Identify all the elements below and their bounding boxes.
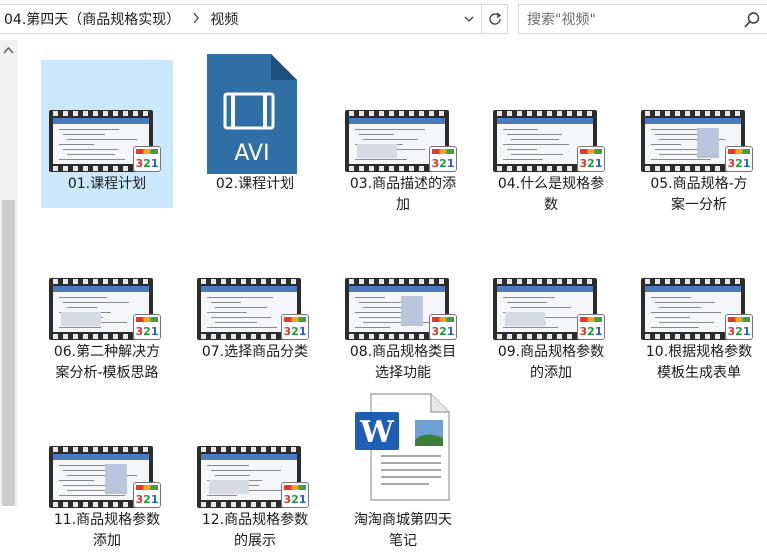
file-icon: AVI bbox=[189, 54, 321, 178]
toolbar: 04.第四天（商品规格实现） 视频 搜索"视频" bbox=[0, 0, 767, 40]
media-player-icon: 321 bbox=[133, 482, 161, 508]
file-icon: W bbox=[337, 390, 469, 514]
video-thumbnail: 321 bbox=[49, 102, 165, 178]
video-thumbnail: 321 bbox=[345, 270, 461, 346]
file-item[interactable]: 321 04.什么是规格参 数 bbox=[485, 50, 617, 213]
video-thumbnail: 321 bbox=[641, 270, 757, 346]
file-name: 07.选择商品分类 bbox=[201, 344, 309, 360]
file-name: 01.课程计划 bbox=[67, 176, 147, 192]
file-item[interactable]: AVI 02.课程计划 bbox=[189, 50, 321, 198]
media-player-icon: 321 bbox=[577, 314, 605, 340]
file-name: 03.商品描述的添 加 bbox=[349, 176, 457, 213]
file-item[interactable]: 321 10.根据规格参数 模板生成表单 bbox=[633, 218, 765, 381]
media-player-icon: 321 bbox=[577, 146, 605, 172]
file-item[interactable]: 321 01.课程计划 bbox=[17, 50, 197, 220]
refresh-icon bbox=[488, 12, 501, 25]
file-name: 06.第二种解决方 案分析-模板思路 bbox=[53, 344, 161, 381]
chevron-right-icon[interactable] bbox=[184, 12, 206, 27]
media-player-icon: 321 bbox=[133, 314, 161, 340]
video-thumbnail: 321 bbox=[49, 438, 165, 514]
word-document-icon: W bbox=[355, 393, 450, 501]
file-item[interactable]: 321 05.商品规格-方 案一分析 bbox=[633, 50, 765, 213]
address-bar[interactable]: 04.第四天（商品规格实现） 视频 bbox=[0, 4, 482, 34]
file-name: 12.商品规格参数 的展示 bbox=[201, 512, 309, 549]
file-name: 10.根据规格参数 模板生成表单 bbox=[645, 344, 753, 381]
avi-file-icon: AVI bbox=[207, 54, 297, 174]
svg-text:AVI: AVI bbox=[234, 141, 269, 166]
vertical-scrollbar[interactable] bbox=[0, 40, 17, 506]
media-player-icon: 321 bbox=[281, 482, 309, 508]
file-name: 05.商品规格-方 案一分析 bbox=[650, 176, 748, 213]
video-thumbnail: 321 bbox=[197, 438, 313, 514]
file-icon: 321 bbox=[189, 266, 321, 390]
file-item[interactable]: W 淘淘商城第四天 笔记 bbox=[337, 386, 469, 549]
file-grid: 321 01.课程计划 AVI 02.课程计划 321 03.商品描述的添 加 bbox=[17, 40, 767, 549]
search-placeholder: 搜索"视频" bbox=[527, 12, 596, 28]
media-player-icon: 321 bbox=[133, 146, 161, 172]
media-player-icon: 321 bbox=[429, 146, 457, 172]
media-player-icon: 321 bbox=[725, 146, 753, 172]
svg-text:W: W bbox=[359, 415, 395, 450]
file-icon: 321 bbox=[41, 98, 173, 222]
scroll-up-icon[interactable] bbox=[3, 46, 14, 54]
video-thumbnail: 321 bbox=[641, 102, 757, 178]
media-player-icon: 321 bbox=[281, 314, 309, 340]
media-player-icon: 321 bbox=[725, 314, 753, 340]
video-thumbnail: 321 bbox=[493, 102, 609, 178]
file-name: 11.商品规格参数 添加 bbox=[53, 512, 161, 549]
search-icon[interactable] bbox=[743, 11, 761, 29]
file-name: 09.商品规格参数 的添加 bbox=[497, 344, 605, 381]
refresh-button[interactable] bbox=[482, 4, 508, 34]
file-item[interactable]: 321 11.商品规格参数 添加 bbox=[41, 386, 173, 549]
file-name: 08.商品规格类目 选择功能 bbox=[349, 344, 457, 381]
file-name: 淘淘商城第四天 笔记 bbox=[354, 512, 452, 549]
scrollbar-thumb[interactable] bbox=[2, 200, 15, 506]
video-thumbnail: 321 bbox=[49, 270, 165, 346]
file-item[interactable]: 321 12.商品规格参数 的展示 bbox=[189, 386, 321, 549]
search-input[interactable]: 搜索"视频" bbox=[518, 4, 767, 34]
file-item[interactable]: 321 03.商品描述的添 加 bbox=[337, 50, 469, 213]
media-player-icon: 321 bbox=[429, 314, 457, 340]
file-name: 02.课程计划 bbox=[215, 176, 295, 192]
video-thumbnail: 321 bbox=[345, 102, 461, 178]
chevron-down-icon[interactable] bbox=[457, 5, 481, 33]
file-item[interactable]: 321 09.商品规格参数 的添加 bbox=[485, 218, 617, 381]
file-item[interactable]: 321 06.第二种解决方 案分析-模板思路 bbox=[41, 218, 173, 381]
file-item[interactable]: 321 07.选择商品分类 bbox=[189, 218, 321, 366]
breadcrumb-folder[interactable]: 04.第四天（商品规格实现） bbox=[0, 9, 184, 29]
video-thumbnail: 321 bbox=[197, 270, 313, 346]
file-name: 04.什么是规格参 数 bbox=[497, 176, 605, 213]
video-thumbnail: 321 bbox=[493, 270, 609, 346]
breadcrumb-current[interactable]: 视频 bbox=[206, 9, 242, 29]
file-item[interactable]: 321 08.商品规格类目 选择功能 bbox=[337, 218, 469, 381]
